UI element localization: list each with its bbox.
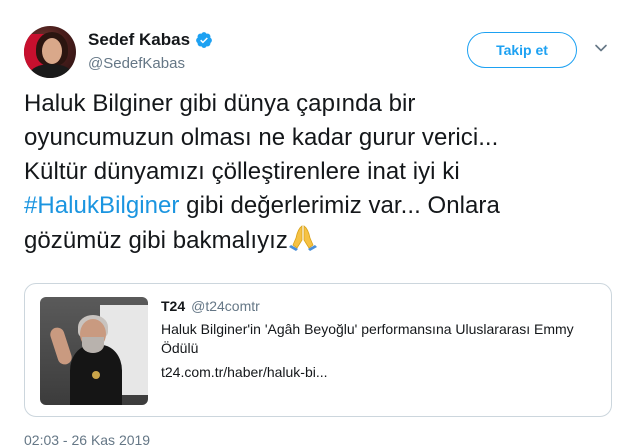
tweet-header: Sedef Kabas @SedefKabas Takip et xyxy=(24,26,624,82)
tweet-timestamp[interactable]: 02:03 - 26 Kas 2019 xyxy=(24,432,150,448)
thumbnail-medal-shape xyxy=(92,371,100,379)
tweet-line: #HalukBilginer gibi değerlerimiz var... … xyxy=(24,189,624,223)
thumbnail-arm-shape xyxy=(48,325,74,367)
card-source-row: T24 @t24comtr xyxy=(161,298,601,314)
card-source-handle[interactable]: @t24comtr xyxy=(191,298,260,314)
tweet-line: Haluk Bilginer gibi dünya çapında bir xyxy=(24,90,416,117)
card-title: Haluk Bilginer'in 'Agâh Beyoğlu' perform… xyxy=(161,321,574,356)
author-handle[interactable]: @SedefKabas xyxy=(88,55,213,72)
tweet-line-text: gözümüz gibi bakmalıyız xyxy=(24,227,288,254)
hashtag-link[interactable]: #HalukBilginer xyxy=(24,192,179,219)
card-url[interactable]: t24.com.tr/haber/haluk-bi... xyxy=(161,364,601,380)
follow-button[interactable]: Takip et xyxy=(467,32,577,68)
tweet-line-rest: gibi değerlerimiz var... Onlara xyxy=(179,192,500,219)
praying-hands-icon xyxy=(288,225,317,251)
verified-badge-icon xyxy=(196,32,212,48)
link-card[interactable]: T24 @t24comtr Haluk Bilginer'in 'Agâh Be… xyxy=(24,283,612,417)
tweet-line: Kültür dünyamızı çölleştirenlere inat iy… xyxy=(24,158,460,185)
card-thumbnail[interactable] xyxy=(40,297,148,405)
thumbnail-beard-shape xyxy=(82,337,104,353)
card-body[interactable]: T24 @t24comtr Haluk Bilginer'in 'Agâh Be… xyxy=(161,298,601,380)
tweet-text: Haluk Bilginer gibi dünya çapında bir oy… xyxy=(24,87,624,258)
tweet-line: oyuncumuzun olması ne kadar gurur verici… xyxy=(24,124,499,151)
author-avatar[interactable] xyxy=(24,26,76,78)
author-display-name[interactable]: Sedef Kabas xyxy=(88,30,190,50)
avatar-face-shape xyxy=(42,38,62,64)
avatar-shoulder-shape xyxy=(30,64,72,78)
display-name-row: Sedef Kabas xyxy=(88,30,213,50)
author-names[interactable]: Sedef Kabas @SedefKabas xyxy=(88,30,213,72)
card-source-name: T24 xyxy=(161,298,186,314)
chevron-down-icon[interactable] xyxy=(594,41,608,55)
tweet-line: gözümüz gibi bakmalıyız xyxy=(24,223,624,258)
